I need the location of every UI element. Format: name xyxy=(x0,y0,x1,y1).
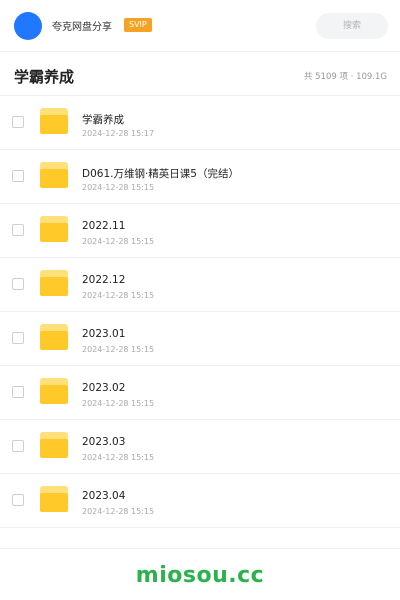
svip-badge: SVIP xyxy=(124,18,152,32)
item-name: 2023.02 xyxy=(82,382,126,394)
page-title: 学霸养成 xyxy=(14,68,75,86)
item-checkbox[interactable] xyxy=(12,332,24,344)
folder-icon xyxy=(40,216,68,242)
folder-icon xyxy=(40,108,68,134)
item-date: 2024-12-28 15:15 xyxy=(82,291,155,300)
item-name: 2022.12 xyxy=(82,274,126,286)
item-checkbox[interactable] xyxy=(12,440,24,452)
item-date: 2024-12-28 15:15 xyxy=(82,453,155,462)
list-item[interactable]: 2023.01 2024-12-28 15:15 xyxy=(0,312,400,366)
item-checkbox[interactable] xyxy=(12,494,24,506)
item-date: 2024-12-28 15:15 xyxy=(82,183,155,192)
folder-icon xyxy=(40,270,68,296)
folder-icon xyxy=(40,162,68,188)
item-summary: 共 5109 项 · 109.1G xyxy=(303,72,387,82)
list-item[interactable]: 2023.02 2024-12-28 15:15 xyxy=(0,366,400,420)
folder-icon xyxy=(40,378,68,404)
brand-name: 夸克网盘分享 xyxy=(52,22,112,33)
file-list: 学霸养成 2024-12-28 15:17 D061.万维钢·精英日课5（完结）… xyxy=(0,96,400,528)
item-name: 学霸养成 xyxy=(82,114,124,126)
list-item[interactable]: 2022.11 2024-12-28 15:15 xyxy=(0,204,400,258)
folder-icon xyxy=(40,324,68,350)
list-item[interactable]: 学霸养成 2024-12-28 15:17 xyxy=(0,96,400,150)
list-item[interactable]: 2023.03 2024-12-28 15:15 xyxy=(0,420,400,474)
item-checkbox[interactable] xyxy=(12,386,24,398)
folder-title-bar: 学霸养成 共 5109 项 · 109.1G xyxy=(0,52,400,96)
folder-icon xyxy=(40,432,68,458)
site-logo[interactable]: miosou.cc xyxy=(0,563,400,588)
folder-icon xyxy=(40,486,68,512)
list-item[interactable]: 2023.04 2024-12-28 15:15 xyxy=(0,474,400,528)
search-input[interactable]: 搜索 xyxy=(316,13,388,39)
item-checkbox[interactable] xyxy=(12,116,24,128)
list-item[interactable]: D061.万维钢·精英日课5（完结） 2024-12-28 15:15 xyxy=(0,150,400,204)
item-date: 2024-12-28 15:17 xyxy=(82,129,155,138)
item-name: D061.万维钢·精英日课5（完结） xyxy=(82,168,239,180)
footer: miosou.cc xyxy=(0,548,400,600)
item-name: 2022.11 xyxy=(82,220,126,232)
item-checkbox[interactable] xyxy=(12,224,24,236)
item-checkbox[interactable] xyxy=(12,278,24,290)
item-name: 2023.03 xyxy=(82,436,126,448)
top-header: 夸克网盘分享 SVIP 搜索 xyxy=(0,0,400,52)
item-date: 2024-12-28 15:15 xyxy=(82,507,155,516)
item-date: 2024-12-28 15:15 xyxy=(82,237,155,246)
item-name: 2023.01 xyxy=(82,328,126,340)
avatar[interactable] xyxy=(14,12,42,40)
list-item[interactable]: 2022.12 2024-12-28 15:15 xyxy=(0,258,400,312)
item-checkbox[interactable] xyxy=(12,170,24,182)
item-date: 2024-12-28 15:15 xyxy=(82,399,155,408)
item-date: 2024-12-28 15:15 xyxy=(82,345,155,354)
item-name: 2023.04 xyxy=(82,490,126,502)
